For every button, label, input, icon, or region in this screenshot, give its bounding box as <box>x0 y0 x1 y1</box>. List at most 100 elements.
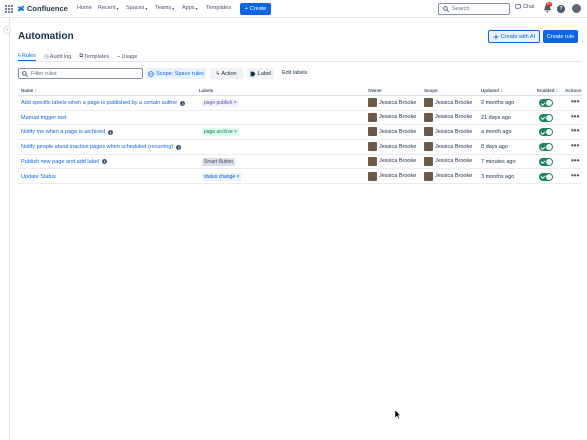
info-icon[interactable]: i <box>180 100 186 106</box>
owner-avatar <box>368 142 377 152</box>
more-actions-icon[interactable]: ••• <box>571 126 579 135</box>
rule-name: Publish new page and add label <box>21 158 99 165</box>
chat-button[interactable]: Chat <box>515 4 535 10</box>
rule-label-tag[interactable]: page publish × <box>202 99 239 107</box>
tab-usage[interactable]: ⌁ Usage <box>117 52 137 61</box>
rule-name: Update Status <box>21 173 56 180</box>
owner-avatar <box>368 127 377 137</box>
expand-sidebar-chevron-icon[interactable]: › <box>3 26 11 34</box>
rule-label-tag[interactable]: Smart Button <box>202 157 236 166</box>
table-row[interactable]: Publish new page and add label i Smart But… <box>18 155 582 170</box>
nav-teams[interactable]: Teams ▾ <box>155 5 174 11</box>
column-header-updated[interactable]: Updated ↕ <box>481 88 503 93</box>
label-filter-button[interactable]: Label <box>247 68 274 79</box>
rule-name-link[interactable]: Manual trigger test <box>21 115 67 121</box>
notification-badge: 9+ <box>546 2 552 7</box>
confluence-logo-icon <box>17 5 25 12</box>
clock-icon: ◷ <box>43 53 49 60</box>
owner-avatar <box>368 156 377 166</box>
nav-home[interactable]: Home <box>77 5 92 11</box>
owner-cell: Jessica Brooke <box>368 112 417 122</box>
rule-name-link[interactable]: Notify people about inactive pages when … <box>21 144 182 150</box>
chevron-down-icon: ▾ <box>195 5 198 11</box>
scope-cell: Jessica Brooke <box>424 156 472 166</box>
tab-audit-log[interactable]: ◷ Audit log <box>44 52 71 61</box>
rule-label-tag[interactable]: page archive × <box>202 128 239 137</box>
enabled-toggle[interactable] <box>539 128 553 137</box>
enabled-toggle[interactable] <box>539 99 553 107</box>
rule-label-tag[interactable]: status change × <box>202 172 242 181</box>
nav-templates[interactable]: Templates <box>206 5 231 11</box>
enabled-toggle[interactable] <box>539 143 553 152</box>
owner-name: Jessica Brooke <box>379 173 417 179</box>
updated-time: 3 months ago <box>481 173 515 180</box>
rule-name-link[interactable]: Notify me when a page is archived i <box>21 129 114 135</box>
enabled-toggle[interactable] <box>539 157 553 166</box>
search-input[interactable]: Search <box>438 3 510 15</box>
tab-audit-log-label: Audit log <box>49 53 72 60</box>
scope-cell: Jessica Brooke <box>424 127 472 137</box>
more-actions-icon[interactable]: ••• <box>571 156 579 165</box>
updated-time: 7 minutes ago <box>481 158 516 165</box>
rule-name-link[interactable]: Publish new page and add label i <box>21 159 107 165</box>
create-with-ai-label: Create with AI <box>500 33 536 40</box>
search-placeholder: Search <box>452 6 470 12</box>
chevron-down-icon: ▾ <box>172 5 175 11</box>
more-actions-icon[interactable]: ••• <box>571 171 579 180</box>
nav-recent[interactable]: Recent ▾ <box>98 5 118 11</box>
info-icon[interactable]: i <box>101 159 107 165</box>
scope-filter-label: Scope: Space rules <box>156 70 204 77</box>
scope-name: Jessica Brooke <box>435 99 473 106</box>
app-switcher-icon[interactable] <box>5 5 13 13</box>
edit-labels-button[interactable]: Edit labels <box>282 70 307 76</box>
nav-apps[interactable]: Apps ▾ <box>182 5 198 11</box>
tab-templates[interactable]: ⧉ Templates <box>79 52 109 61</box>
scope-cell: Jessica Brooke <box>424 112 472 122</box>
create-button[interactable]: + Create <box>240 3 271 15</box>
table-row[interactable]: Add specific labels when a page is publi… <box>18 96 582 111</box>
scope-name: Jessica Brooke <box>435 173 473 179</box>
owner-name: Jessica Brooke <box>379 114 417 121</box>
table-row[interactable]: Manual trigger test Jessica Brooke Jessica… <box>18 111 582 126</box>
action-filter-button[interactable]: ϟ Action <box>210 68 243 79</box>
tab-rules[interactable]: ϟ Rules <box>18 52 36 61</box>
filter-rules-input[interactable]: Filter rules <box>18 68 143 79</box>
tag-icon <box>250 71 256 76</box>
create-with-ai-button[interactable]: Create with AI <box>488 30 540 43</box>
owner-cell: Jessica Brooke <box>368 156 416 166</box>
column-header-enabled[interactable]: Enabled ↕ <box>537 88 558 93</box>
page-title: Automation <box>18 31 74 42</box>
table-row[interactable]: Update Status status change × Jessica Broo… <box>18 170 582 185</box>
info-icon[interactable]: i <box>108 129 114 135</box>
updated-time: 21 days ago <box>481 114 511 121</box>
info-icon[interactable]: i <box>176 144 182 150</box>
scope-cell: Jessica Brooke <box>424 142 472 152</box>
more-actions-icon[interactable]: ••• <box>571 97 579 106</box>
table-row[interactable]: Notify me when a page is archived i page a… <box>18 125 582 141</box>
owner-avatar <box>368 112 377 122</box>
scope-filter-button[interactable]: Scope: Space rules <box>146 68 206 79</box>
scope-avatar <box>424 112 433 122</box>
chart-icon: ⌁ <box>117 53 121 60</box>
nav-spaces[interactable]: Spaces ▾ <box>126 5 147 11</box>
scope-avatar <box>424 171 433 181</box>
table-row[interactable]: Notify people about inactive pages when … <box>18 140 582 155</box>
create-rule-button[interactable]: Create rule <box>543 30 578 43</box>
column-header-name[interactable]: Name ↑ <box>21 88 37 93</box>
more-actions-icon[interactable]: ••• <box>571 141 579 150</box>
owner-cell: Jessica Brooke <box>368 98 416 107</box>
search-icon <box>22 70 28 77</box>
rule-name-link[interactable]: Add specific labels when a page is publi… <box>21 100 186 106</box>
label-filter-label: Label <box>257 70 272 77</box>
globe-icon <box>148 70 154 77</box>
rule-name-link[interactable]: Update Status <box>21 174 56 180</box>
enabled-toggle[interactable] <box>539 113 553 122</box>
tab-templates-label: Templates <box>84 53 110 60</box>
more-actions-icon[interactable]: ••• <box>571 112 579 121</box>
confluence-logo[interactable]: Confluence <box>17 4 68 13</box>
search-icon <box>443 6 449 12</box>
rule-name: Add specific labels when a page is publi… <box>21 100 178 106</box>
help-icon[interactable]: ? <box>557 5 565 13</box>
user-avatar[interactable] <box>572 4 581 13</box>
enabled-toggle[interactable] <box>539 172 553 181</box>
